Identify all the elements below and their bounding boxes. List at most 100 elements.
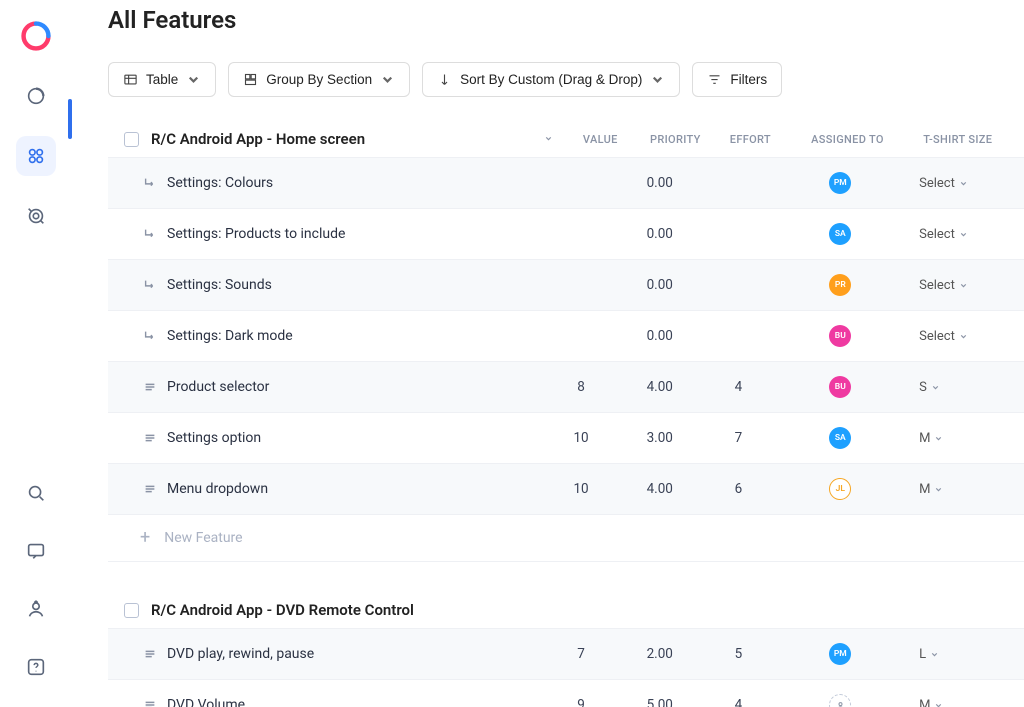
group-header: R/C Android App - DVD Remote Control (108, 592, 1024, 628)
feature-name: Menu dropdown (167, 481, 268, 497)
cell-effort[interactable]: 5 (701, 646, 775, 662)
column-header-priority[interactable]: PRIORITY (636, 133, 715, 146)
feature-name: Settings option (167, 430, 261, 446)
table-row[interactable]: DVD play, rewind, pause 72.005 PM L (108, 628, 1024, 679)
toolbar: Table Group By Section Sort By Custom (D… (108, 62, 1024, 97)
view-table-label: Table (146, 72, 178, 87)
team-icon[interactable] (16, 589, 56, 629)
table-row[interactable]: Menu dropdown 104.006 JL M (108, 463, 1024, 514)
tshirt-select[interactable]: M (919, 431, 943, 446)
feature-name: DVD Volume (167, 697, 245, 707)
column-header-assigned[interactable]: ASSIGNED TO (786, 133, 910, 146)
cell-priority[interactable]: 0.00 (618, 226, 701, 242)
cell-assigned (775, 694, 905, 707)
cell-assigned: SA (775, 223, 905, 245)
table-row[interactable]: Settings: Sounds0.00PRSelect (108, 259, 1024, 310)
table-row[interactable]: Settings option 103.007 SA M (108, 412, 1024, 463)
nav-roadmap-icon[interactable] (16, 196, 56, 236)
group-name[interactable]: R/C Android App - Home screen (151, 130, 365, 148)
column-header-tshirt[interactable]: T-SHIRT SIZE (909, 133, 1008, 146)
avatar[interactable]: SA (829, 427, 851, 449)
help-icon[interactable] (16, 647, 56, 687)
group-checkbox[interactable] (124, 132, 139, 147)
feature-name: Settings: Colours (167, 175, 273, 191)
filters-button[interactable]: Filters (692, 62, 782, 97)
cell-effort[interactable]: 7 (701, 430, 775, 446)
tshirt-select[interactable]: M (919, 482, 943, 497)
tshirt-select[interactable]: S (919, 380, 940, 395)
cell-tshirt: M (905, 698, 1008, 707)
logo-icon[interactable] (16, 16, 56, 56)
avatar[interactable]: PM (829, 643, 851, 665)
table-row[interactable]: Settings: Dark mode 0.00 BU Select (108, 310, 1024, 361)
cell-value[interactable]: 10 (544, 481, 618, 497)
unassigned-avatar[interactable] (829, 694, 851, 707)
search-icon[interactable] (16, 473, 56, 513)
cell-assigned: JL (775, 478, 905, 500)
cell-value[interactable]: 10 (544, 430, 618, 446)
avatar[interactable]: PR (829, 274, 851, 296)
drag-handle-icon (142, 380, 157, 395)
cell-priority[interactable]: 0.00 (618, 175, 701, 191)
chevron-down-icon (650, 72, 665, 87)
cell-tshirt: M (905, 431, 1008, 446)
group-by-label: Group By Section (266, 72, 372, 87)
drag-handle-icon (142, 431, 157, 446)
tshirt-select[interactable]: Select (919, 278, 968, 293)
avatar[interactable]: BU (829, 325, 851, 347)
avatar[interactable]: SA (829, 223, 851, 245)
cell-value[interactable]: 9 (544, 697, 618, 707)
tshirt-select[interactable]: Select (919, 227, 968, 242)
sidebar (0, 0, 72, 707)
chevron-down-icon (186, 72, 201, 87)
cell-effort[interactable]: 6 (701, 481, 775, 497)
avatar[interactable]: JL (829, 478, 851, 500)
chevron-down-icon (380, 72, 395, 87)
cell-priority[interactable]: 0.00 (618, 328, 701, 344)
table-row[interactable]: DVD Volume 95.004 M (108, 679, 1024, 707)
sort-by-button[interactable]: Sort By Custom (Drag & Drop) (422, 62, 680, 97)
new-feature-button[interactable]: +New Feature (108, 514, 1024, 562)
cell-tshirt: Select (905, 227, 1008, 242)
table-row[interactable]: Product selector84.004BUS (108, 361, 1024, 412)
tshirt-select[interactable]: Select (919, 176, 968, 191)
subtask-icon (142, 278, 157, 293)
group-by-button[interactable]: Group By Section (228, 62, 410, 97)
comments-icon[interactable] (16, 531, 56, 571)
cell-priority[interactable]: 4.00 (618, 481, 701, 497)
cell-effort[interactable]: 4 (701, 379, 775, 395)
group-checkbox[interactable] (124, 603, 139, 618)
cell-value[interactable]: 7 (544, 646, 618, 662)
cell-priority[interactable]: 0.00 (618, 277, 701, 293)
view-table-button[interactable]: Table (108, 62, 216, 97)
active-nav-indicator (68, 99, 72, 139)
cell-priority[interactable]: 4.00 (618, 379, 701, 395)
cell-assigned: SA (775, 427, 905, 449)
cell-assigned: PM (775, 643, 905, 665)
nav-insights-icon[interactable] (16, 76, 56, 116)
page-title: All Features (108, 6, 1024, 34)
drag-handle-icon (142, 698, 157, 707)
avatar[interactable]: PM (829, 172, 851, 194)
subtask-icon (142, 329, 157, 344)
cell-effort[interactable]: 4 (701, 697, 775, 707)
column-header-effort[interactable]: EFFORT (715, 133, 786, 146)
table-row[interactable]: Settings: Products to include0.00SASelec… (108, 208, 1024, 259)
tshirt-select[interactable]: M (919, 698, 943, 707)
cell-value[interactable]: 8 (544, 379, 618, 395)
feature-name: Settings: Dark mode (167, 328, 293, 344)
cell-priority[interactable]: 5.00 (618, 697, 701, 707)
avatar[interactable]: BU (829, 376, 851, 398)
cell-assigned: BU (775, 325, 905, 347)
table-row[interactable]: Settings: Colours 0.00 PM Select (108, 157, 1024, 208)
cell-priority[interactable]: 3.00 (618, 430, 701, 446)
cell-tshirt: Select (905, 176, 1008, 191)
cell-priority[interactable]: 2.00 (618, 646, 701, 662)
feature-name: DVD play, rewind, pause (167, 646, 314, 662)
column-header-value[interactable]: VALUE (565, 133, 636, 146)
tshirt-select[interactable]: Select (919, 329, 968, 344)
group-name[interactable]: R/C Android App - DVD Remote Control (151, 601, 414, 619)
filters-label: Filters (730, 72, 767, 87)
tshirt-select[interactable]: L (919, 647, 939, 662)
nav-features-icon[interactable] (16, 136, 56, 176)
